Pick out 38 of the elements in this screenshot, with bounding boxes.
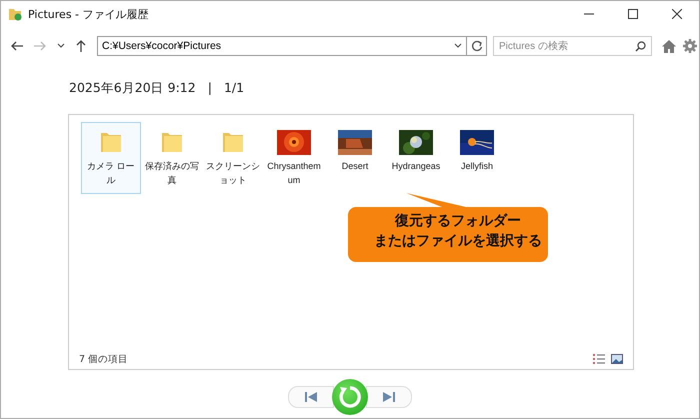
window-title: Pictures - ファイル履歴	[28, 6, 149, 22]
next-button[interactable]	[366, 386, 412, 408]
search-field[interactable]: Pictures の検索	[493, 36, 652, 56]
folder-icon	[160, 130, 184, 154]
refresh-icon	[470, 40, 482, 52]
back-icon[interactable]	[11, 41, 23, 51]
dropdown-icon[interactable]	[57, 43, 65, 49]
file-item[interactable]: Jellyfish	[447, 122, 507, 180]
app-icon	[8, 7, 22, 21]
dropdown-icon[interactable]	[454, 43, 462, 49]
up-icon[interactable]	[76, 40, 86, 52]
search-icon[interactable]	[635, 41, 646, 52]
home-icon[interactable]	[662, 40, 676, 52]
restore-icon	[338, 385, 362, 409]
skip-back-icon	[305, 392, 317, 402]
folder-item[interactable]: カメラ ロール	[81, 122, 141, 194]
restore-button[interactable]	[332, 379, 368, 415]
address-field[interactable]: C:¥Users¥cocor¥Pictures	[97, 36, 467, 56]
file-item[interactable]: Chrysanthemum	[264, 122, 324, 194]
file-item[interactable]: Hydrangeas	[386, 122, 446, 180]
item-count: 7 個の項目	[79, 352, 128, 366]
folder-item[interactable]: 保存済みの写真	[142, 122, 202, 194]
folder-icon	[221, 130, 245, 154]
folder-icon	[99, 130, 123, 154]
backup-date: 2025年6月20日 9:12	[69, 80, 196, 97]
folder-item[interactable]: スクリーンショット	[203, 122, 263, 194]
separator-text: |	[208, 80, 212, 97]
previous-button[interactable]	[288, 386, 334, 408]
maximize-icon[interactable]	[628, 9, 638, 19]
refresh-button[interactable]	[467, 36, 487, 56]
details-view-icon[interactable]	[593, 354, 605, 364]
settings-icon[interactable]	[683, 39, 697, 53]
skip-forward-icon	[383, 392, 395, 402]
file-item[interactable]: Desert	[325, 122, 385, 180]
thumbnail-view-icon[interactable]	[611, 354, 623, 364]
page-counter: 1/1	[224, 80, 244, 97]
forward-icon	[34, 41, 46, 51]
close-icon[interactable]	[672, 9, 682, 19]
